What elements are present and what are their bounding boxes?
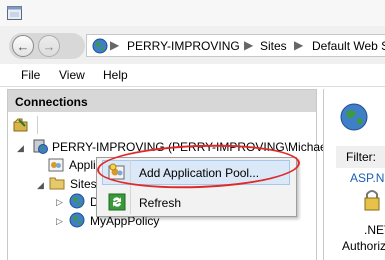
expand-arrow-icon[interactable]: ▷: [56, 197, 63, 208]
breadcrumb-default-web-site[interactable]: Default Web Site: [312, 39, 385, 53]
folder-icon: [49, 177, 65, 190]
refresh-icon: [108, 193, 126, 211]
connect-icon[interactable]: [13, 117, 29, 133]
collapse-arrow-icon[interactable]: ◢: [17, 143, 24, 154]
feature-group-asp[interactable]: ASP.N: [350, 171, 384, 185]
breadcrumb-separator: ▶: [294, 38, 304, 52]
menu-file[interactable]: File: [21, 68, 40, 82]
expand-arrow-icon[interactable]: ▷: [56, 216, 63, 227]
title-bar: [0, 0, 385, 26]
breadcrumb-separator: ▶: [244, 38, 254, 52]
arrow-right-icon: →: [42, 38, 56, 54]
globe-icon: [92, 38, 108, 54]
breadcrumb-separator: ▶: [110, 38, 120, 52]
toolbar-separator: [37, 116, 38, 134]
website-globe-icon: [69, 212, 85, 228]
iis-manager-icon: [7, 6, 22, 20]
connections-title: Connections: [15, 95, 88, 109]
website-globe-icon: [69, 193, 85, 209]
menu-help[interactable]: Help: [103, 68, 128, 82]
breadcrumb-server[interactable]: PERRY-IMPROVING: [127, 39, 240, 53]
address-bar[interactable]: ▶ PERRY-IMPROVING ▶ Sites ▶ Default Web …: [86, 34, 385, 57]
arrow-left-icon: ←: [16, 38, 30, 54]
lock-icon: [364, 190, 380, 211]
globe-icon: [340, 103, 368, 131]
server-icon: [33, 139, 48, 154]
tree-item-sites[interactable]: Sites: [70, 177, 97, 191]
divider: [0, 86, 385, 87]
feature-authorization[interactable]: Authoriz: [342, 239, 385, 253]
connections-toolbar: [8, 112, 316, 138]
menu-view[interactable]: View: [59, 68, 85, 82]
feature-net[interactable]: .NET: [364, 223, 385, 237]
back-button[interactable]: ←: [12, 35, 34, 57]
breadcrumb-sites[interactable]: Sites: [260, 39, 287, 53]
forward-button[interactable]: →: [38, 35, 60, 57]
filter-label: Filter:: [346, 150, 376, 164]
app-pools-icon: [48, 158, 64, 172]
menu-bar: [0, 64, 385, 86]
refresh-menuitem[interactable]: Refresh: [139, 196, 181, 210]
collapse-arrow-icon[interactable]: ◢: [37, 180, 44, 191]
